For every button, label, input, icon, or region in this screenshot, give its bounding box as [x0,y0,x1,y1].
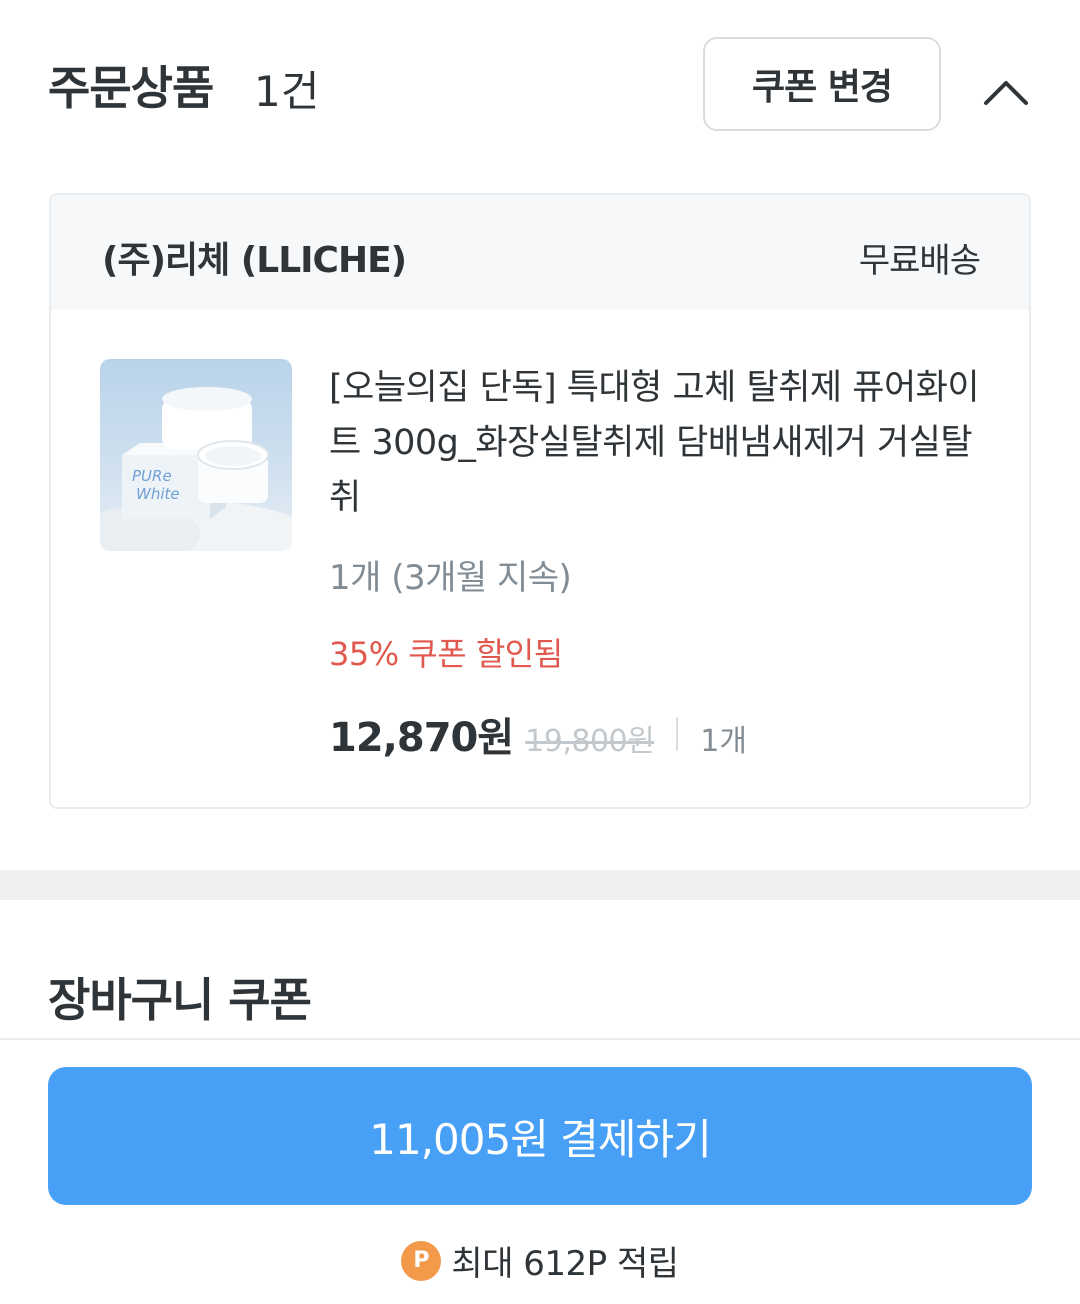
section-divider [0,870,1080,900]
product-option: 1개 (3개월 지속) [329,558,572,598]
seller-name: (주)리체 (LLICHE) [102,240,407,281]
chevron-up-icon [984,81,1028,105]
product-title[interactable]: [오늘의집 단독] 특대형 고체 탈취제 퓨어화이트 300g_화장실탈취제 담… [329,361,989,526]
order-items-title: 주문상품 [48,61,214,115]
coupon-discount-label: 35% 쿠폰 할인됨 [329,635,563,673]
product-thumbnail[interactable]: PURe White [100,359,292,551]
product-image: PURe White [100,387,292,551]
collapse-button[interactable] [978,64,1034,120]
price-divider [676,717,679,751]
seller-card: (주)리체 (LLICHE) 무료배송 PURe White [오늘의집 단독]… [49,193,1031,809]
points-text: 최대 612P 적립 [451,1244,679,1284]
checkout-bar: 11,005원 결제하기 P 최대 612P 적립 [0,1038,1080,1304]
original-price: 19,800원 [525,724,655,759]
pay-button[interactable]: 11,005원 결제하기 [48,1067,1032,1205]
shipping-label: 무료배송 [858,241,981,281]
thumbnail-label-2: White [136,485,180,503]
thumbnail-label-1: PURe [132,467,172,485]
coupon-change-button[interactable]: 쿠폰 변경 [703,37,941,131]
order-items-count: 1건 [254,67,320,116]
cart-coupon-title: 장바구니 쿠폰 [48,973,312,1027]
sale-price: 12,870원 [329,715,514,761]
order-page: 주문상품 1건 쿠폰 변경 (주)리체 (LLICHE) 무료배송 PURe W… [0,0,1080,1304]
price-row: 12,870원 19,800원 1개 [329,705,747,763]
product-quantity: 1개 [700,724,747,759]
seller-header: (주)리체 (LLICHE) 무료배송 [51,195,1029,310]
points-info: P 최대 612P 적립 [0,1236,1080,1285]
order-items-header: 주문상품 1건 쿠폰 변경 [0,0,1080,170]
point-icon: P [401,1240,442,1281]
